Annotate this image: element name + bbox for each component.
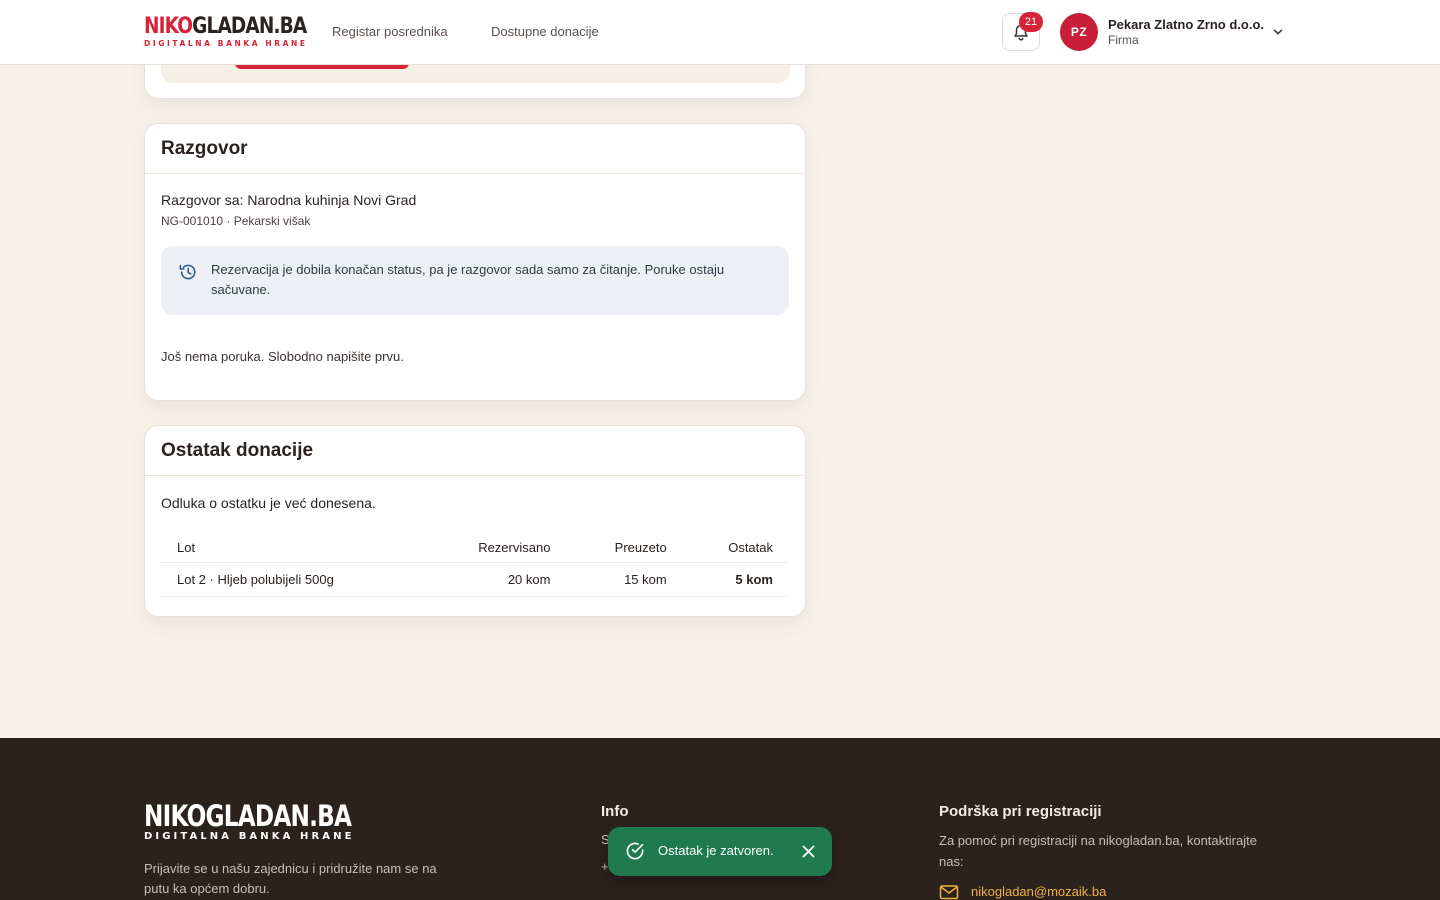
cell-picked-up: 15 kom — [566, 562, 683, 597]
nav-link-registar-posrednika[interactable]: Registar posrednika — [332, 24, 448, 39]
conversation-partner: Razgovor sa: Narodna kuhinja Novi Grad — [161, 192, 417, 208]
chevron-down-icon[interactable] — [1272, 26, 1284, 38]
footer-support-email-link[interactable]: nikogladan@mozaik.ba — [971, 884, 1106, 899]
column-header-remainder: Ostatak — [682, 534, 789, 563]
conversation-meta: NG-001010 · Pekarski višak — [161, 214, 311, 228]
footer-logo-wordmark: NIKOGLADAN.BA — [144, 799, 352, 833]
close-icon[interactable] — [801, 844, 816, 859]
read-only-notice-text: Rezervacija je dobila konačan status, pa… — [211, 262, 725, 297]
success-toast: Ostatak je zatvoren. — [608, 827, 832, 876]
footer-support-text: Za pomoć pri registraciji na nikogladan.… — [939, 833, 1257, 869]
table-row: Lot 2 · Hljeb polubijeli 500g 20 kom 15 … — [161, 562, 789, 597]
nav-link-dostupne-donacije[interactable]: Dostupne donacije — [491, 24, 599, 39]
conversation-title: Razgovor — [145, 124, 805, 174]
user-role: Firma — [1108, 33, 1139, 47]
donation-remainder-title: Ostatak donacije — [145, 426, 805, 476]
table-header-row: Lot Rezervisano Preuzeto Ostatak — [161, 534, 789, 563]
remainder-decision-text: Odluka o ostatku je već donesena. — [161, 495, 376, 511]
notification-count-badge: 21 — [1019, 12, 1043, 32]
footer-support-title: Podrška pri registraciji — [939, 803, 1102, 820]
toast-message: Ostatak je zatvoren. — [658, 843, 774, 858]
user-avatar[interactable]: PZ — [1060, 13, 1098, 51]
check-circle-icon — [626, 842, 644, 860]
history-icon — [179, 264, 196, 280]
logo-wordmark: NIKOGLADAN.BA — [144, 14, 307, 39]
donation-remainder-card: Ostatak donacije Odluka o ostatku je već… — [144, 425, 806, 617]
lots-table: Lot Rezervisano Preuzeto Ostatak Lot 2 ·… — [161, 534, 789, 597]
column-header-picked-up: Preuzeto — [566, 534, 683, 563]
column-header-reserved: Rezervisano — [422, 534, 567, 563]
site-logo[interactable]: NIKOGLADAN.BA DIGITALNA BANKA HRANE — [144, 14, 308, 49]
footer-logo[interactable]: NIKOGLADAN.BA DIGITALNA BANKA HRANE — [144, 802, 403, 843]
empty-messages-text: Još nema poruka. Slobodno napišite prvu. — [161, 349, 404, 364]
footer-info-title: Info — [601, 803, 629, 820]
cell-remainder: 5 kom — [682, 562, 789, 597]
conversation-card: Razgovor Razgovor sa: Narodna kuhinja No… — [144, 123, 806, 401]
cell-lot: Lot 2 · Hljeb polubijeli 500g — [161, 562, 423, 597]
column-header-lot: Lot — [161, 534, 423, 563]
user-name[interactable]: Pekara Zlatno Zrno d.o.o. — [1108, 17, 1264, 32]
top-navigation-bar: NIKOGLADAN.BA DIGITALNA BANKA HRANE Regi… — [0, 0, 1440, 65]
cell-reserved: 20 kom — [422, 562, 567, 597]
mail-icon — [939, 885, 959, 900]
footer-description: Prijavite se u našu zajednicu i pridruži… — [144, 861, 437, 896]
read-only-notice: Rezervacija je dobila konačan status, pa… — [161, 246, 789, 315]
logo-tagline: DIGITALNA BANKA HRANE — [144, 39, 308, 48]
